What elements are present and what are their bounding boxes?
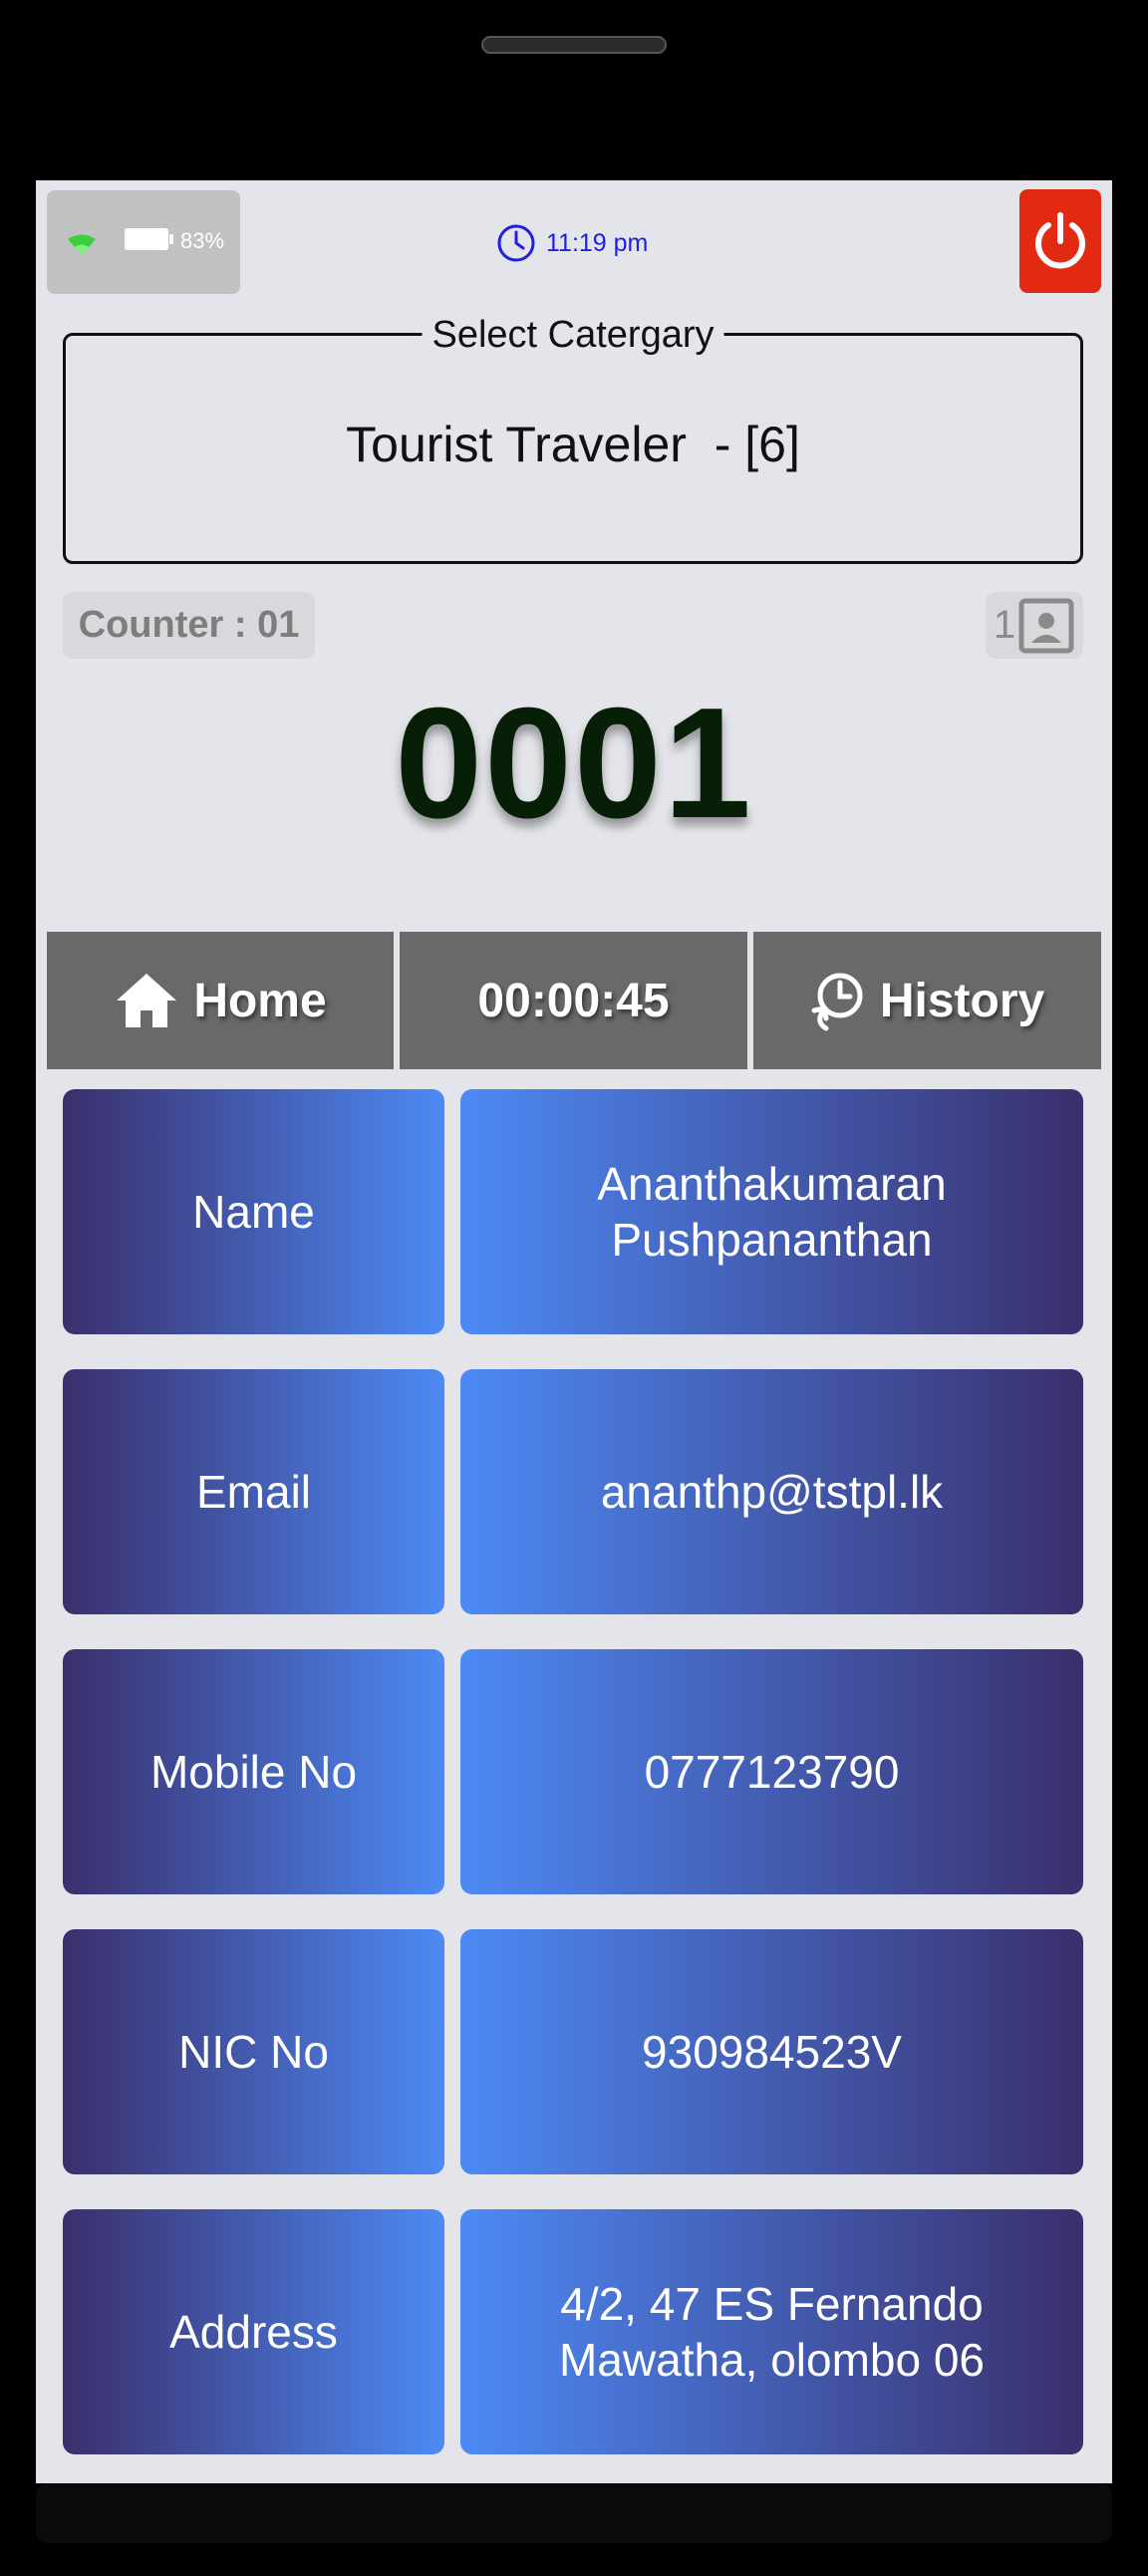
- name-value: Ananthakumaran Pushpananthan: [460, 1089, 1083, 1334]
- app-screen: 83% 11:19 pm Select Catergary Tourist Tr…: [36, 180, 1112, 2483]
- profile-badge[interactable]: 1: [986, 592, 1083, 659]
- category-value: Tourist Traveler - [6]: [346, 417, 800, 472]
- email-label: Email: [63, 1369, 444, 1614]
- status-indicator: 83%: [47, 190, 240, 294]
- email-value: ananthp@tstpl.lk: [460, 1369, 1083, 1614]
- address-value: 4/2, 47 ES Fernando Mawatha, olombo 06: [460, 2209, 1083, 2454]
- home-button[interactable]: Home: [47, 932, 394, 1069]
- elapsed-timer: 00:00:45: [400, 932, 747, 1069]
- speaker-grille: [481, 36, 667, 54]
- contact-card-icon: [1018, 598, 1074, 653]
- clock-icon: [497, 224, 535, 262]
- mobile-value: 0777123790: [460, 1649, 1083, 1894]
- category-select[interactable]: Select Catergary Tourist Traveler - [6]: [63, 314, 1083, 564]
- phone-bottom-bar: [36, 2483, 1112, 2543]
- battery-icon: [125, 228, 173, 250]
- clock-time: 11:19 pm: [546, 228, 649, 257]
- nic-value: 930984523V: [460, 1929, 1083, 2174]
- token-number: 0001: [395, 676, 753, 851]
- wifi-icon: [68, 234, 96, 255]
- mobile-label: Mobile No: [63, 1649, 444, 1894]
- home-label: Home: [193, 974, 327, 1027]
- home-icon: [117, 974, 177, 1027]
- history-button[interactable]: History: [753, 932, 1101, 1069]
- profile-count: 1: [993, 603, 1016, 647]
- power-icon: [1035, 212, 1085, 269]
- name-label: Name: [63, 1089, 444, 1334]
- power-button[interactable]: [1019, 189, 1101, 293]
- timer-value: 00:00:45: [477, 974, 670, 1027]
- history-label: History: [879, 974, 1045, 1027]
- phone-frame: 83% 11:19 pm Select Catergary Tourist Tr…: [0, 0, 1148, 2576]
- history-icon: [811, 973, 863, 1031]
- counter-badge: Counter : 01: [63, 592, 315, 659]
- category-legend: Select Catergary: [422, 314, 724, 357]
- battery-level: 83%: [180, 228, 225, 253]
- nic-label: NIC No: [63, 1929, 444, 2174]
- address-label: Address: [63, 2209, 444, 2454]
- clock: 11:19 pm: [496, 223, 648, 263]
